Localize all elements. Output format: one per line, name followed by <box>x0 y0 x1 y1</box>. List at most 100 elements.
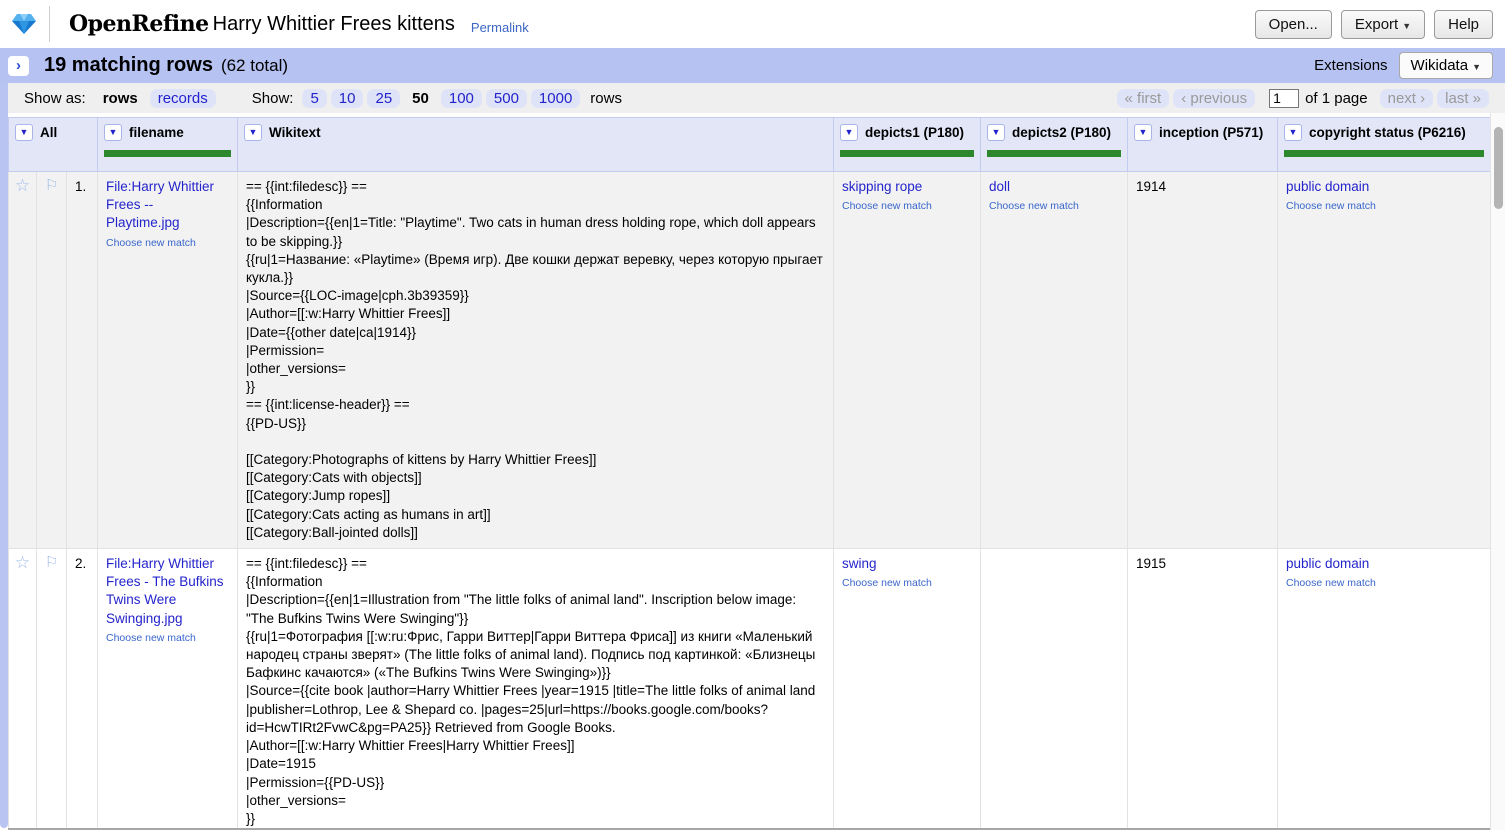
logo-divider <box>49 6 50 42</box>
page-number-input[interactable] <box>1269 89 1299 108</box>
export-caret-icon: ▼ <box>1402 21 1411 31</box>
inception-cell: 1914 <box>1128 172 1278 549</box>
star-icon[interactable]: ☆ <box>15 176 30 195</box>
dropdown-arrow-icon: ▼ <box>1139 128 1148 137</box>
total-rows-count: (62 total) <box>221 56 288 76</box>
copyright-status-cell: public domain Choose new match <box>1278 172 1491 549</box>
depicts1-column-menu-button[interactable]: ▼ <box>840 124 858 141</box>
wikitext-column-menu-button[interactable]: ▼ <box>244 124 262 141</box>
reconciliation-progress-bar <box>1284 150 1484 157</box>
first-page-button[interactable]: « first <box>1117 89 1170 108</box>
copyright-status-value-link[interactable]: public domain <box>1286 556 1369 571</box>
choose-new-match-link[interactable]: Choose new match <box>106 632 229 645</box>
copyright-status-value-link[interactable]: public domain <box>1286 179 1369 194</box>
choose-new-match-link[interactable]: Choose new match <box>106 237 229 250</box>
next-page-button[interactable]: next › <box>1380 89 1434 108</box>
app-logo[interactable]: OpenRefine <box>10 6 209 42</box>
filename-column-menu-button[interactable]: ▼ <box>104 124 122 141</box>
collapse-facets-button[interactable]: › <box>8 56 29 76</box>
filename-link[interactable]: File:Harry Whittier Frees - The Bufkins … <box>106 556 224 626</box>
page-size-100[interactable]: 100 <box>441 89 482 108</box>
choose-new-match-link[interactable]: Choose new match <box>989 200 1119 213</box>
column-header-copyright-status: ▼ copyright status (P6216) <box>1278 118 1491 172</box>
previous-page-button[interactable]: ‹ previous <box>1173 89 1255 108</box>
page-size-10[interactable]: 10 <box>331 89 364 108</box>
summary-bar: › 19 matching rows (62 total) Extensions… <box>0 48 1505 83</box>
choose-new-match-link[interactable]: Choose new match <box>1286 577 1482 590</box>
depicts2-value-link[interactable]: doll <box>989 179 1010 194</box>
row-index-cell: 1. <box>67 172 98 549</box>
rows-suffix-label: rows <box>590 90 622 107</box>
flag-icon[interactable]: ⚐ <box>45 177 58 194</box>
dropdown-arrow-icon: ▼ <box>1289 128 1298 137</box>
flag-cell: ⚐ <box>37 172 67 549</box>
wikidata-extension-button[interactable]: Wikidata▼ <box>1399 52 1493 79</box>
column-header-depicts1: ▼ depicts1 (P180) <box>834 118 981 172</box>
depicts2-cell <box>981 549 1128 830</box>
app-name: OpenRefine <box>69 11 209 37</box>
choose-new-match-link[interactable]: Choose new match <box>842 200 972 213</box>
top-bar: OpenRefine Harry Whittier Frees kittens … <box>0 0 1505 48</box>
wikitext-value: == {{int:filedesc}} == {{Information |De… <box>246 178 825 542</box>
copyright-status-column-menu-button[interactable]: ▼ <box>1284 124 1302 141</box>
flag-cell: ⚐ <box>37 549 67 830</box>
project-title: Harry Whittier Frees kittens <box>213 13 455 36</box>
collapse-chevron-icon: › <box>16 57 21 74</box>
page-size-1000[interactable]: 1000 <box>531 89 580 108</box>
page-size-500[interactable]: 500 <box>486 89 527 108</box>
diamond-logo-icon <box>10 12 38 36</box>
reconciliation-progress-bar <box>840 150 974 157</box>
row-index-cell: 2. <box>67 549 98 830</box>
column-header-inception: ▼ inception (P571) <box>1128 118 1278 172</box>
dropdown-arrow-icon: ▼ <box>249 128 258 137</box>
inception-value: 1915 <box>1136 556 1166 571</box>
star-cell: ☆ <box>9 549 37 830</box>
permalink-link[interactable]: Permalink <box>471 20 529 35</box>
inception-column-menu-button[interactable]: ▼ <box>1134 124 1152 141</box>
show-as-records-toggle[interactable]: records <box>150 89 216 108</box>
choose-new-match-link[interactable]: Choose new match <box>1286 200 1482 213</box>
dropdown-arrow-icon: ▼ <box>20 128 29 137</box>
extensions-label: Extensions <box>1314 57 1387 74</box>
view-controls-bar: Show as: rows records Show: 5 10 25 50 1… <box>8 83 1505 113</box>
show-label: Show: <box>252 90 294 107</box>
wikitext-value: == {{int:filedesc}} == {{Information |De… <box>246 555 825 828</box>
table-row: ☆ ⚐ 1. File:Harry Whittier Frees -- Play… <box>9 172 1491 549</box>
depicts2-column-menu-button[interactable]: ▼ <box>987 124 1005 141</box>
depicts1-value-link[interactable]: skipping rope <box>842 179 922 194</box>
column-header-wikitext: ▼ Wikitext <box>238 118 834 172</box>
help-button[interactable]: Help <box>1434 10 1493 39</box>
page-size-50[interactable]: 50 <box>404 89 437 108</box>
star-cell: ☆ <box>9 172 37 549</box>
copyright-status-cell: public domain Choose new match <box>1278 549 1491 830</box>
flag-icon[interactable]: ⚐ <box>45 554 58 571</box>
collapsed-facet-panel[interactable] <box>0 83 8 828</box>
dropdown-arrow-icon: ▼ <box>845 128 854 137</box>
wikitext-cell: == {{int:filedesc}} == {{Information |De… <box>238 549 834 830</box>
depicts1-value-link[interactable]: swing <box>842 556 877 571</box>
last-page-button[interactable]: last » <box>1437 89 1489 108</box>
data-table: ▼ All ▼ filename ▼ <box>8 117 1490 830</box>
reconciliation-progress-bar <box>987 150 1121 157</box>
data-table-area: ▼ All ▼ filename ▼ <box>8 113 1490 830</box>
filename-cell: File:Harry Whittier Frees - The Bufkins … <box>98 549 238 830</box>
all-column-menu-button[interactable]: ▼ <box>15 124 33 141</box>
show-as-label: Show as: <box>24 90 86 107</box>
page-size-5[interactable]: 5 <box>302 89 326 108</box>
open-button[interactable]: Open... <box>1255 10 1332 39</box>
star-icon[interactable]: ☆ <box>15 553 30 572</box>
filename-link[interactable]: File:Harry Whittier Frees -- Playtime.jp… <box>106 179 214 230</box>
export-button[interactable]: Export▼ <box>1341 10 1425 39</box>
inception-cell: 1915 <box>1128 549 1278 830</box>
page-size-25[interactable]: 25 <box>367 89 400 108</box>
vertical-scrollbar[interactable] <box>1490 113 1505 830</box>
depicts2-cell: doll Choose new match <box>981 172 1128 549</box>
wikidata-caret-icon: ▼ <box>1472 62 1481 72</box>
depicts1-cell: skipping rope Choose new match <box>834 172 981 549</box>
column-header-filename: ▼ filename <box>98 118 238 172</box>
choose-new-match-link[interactable]: Choose new match <box>842 577 972 590</box>
reconciliation-progress-bar <box>104 150 231 157</box>
show-as-rows-toggle[interactable]: rows <box>95 89 146 108</box>
dropdown-arrow-icon: ▼ <box>109 128 118 137</box>
scrollbar-thumb[interactable] <box>1494 127 1503 209</box>
